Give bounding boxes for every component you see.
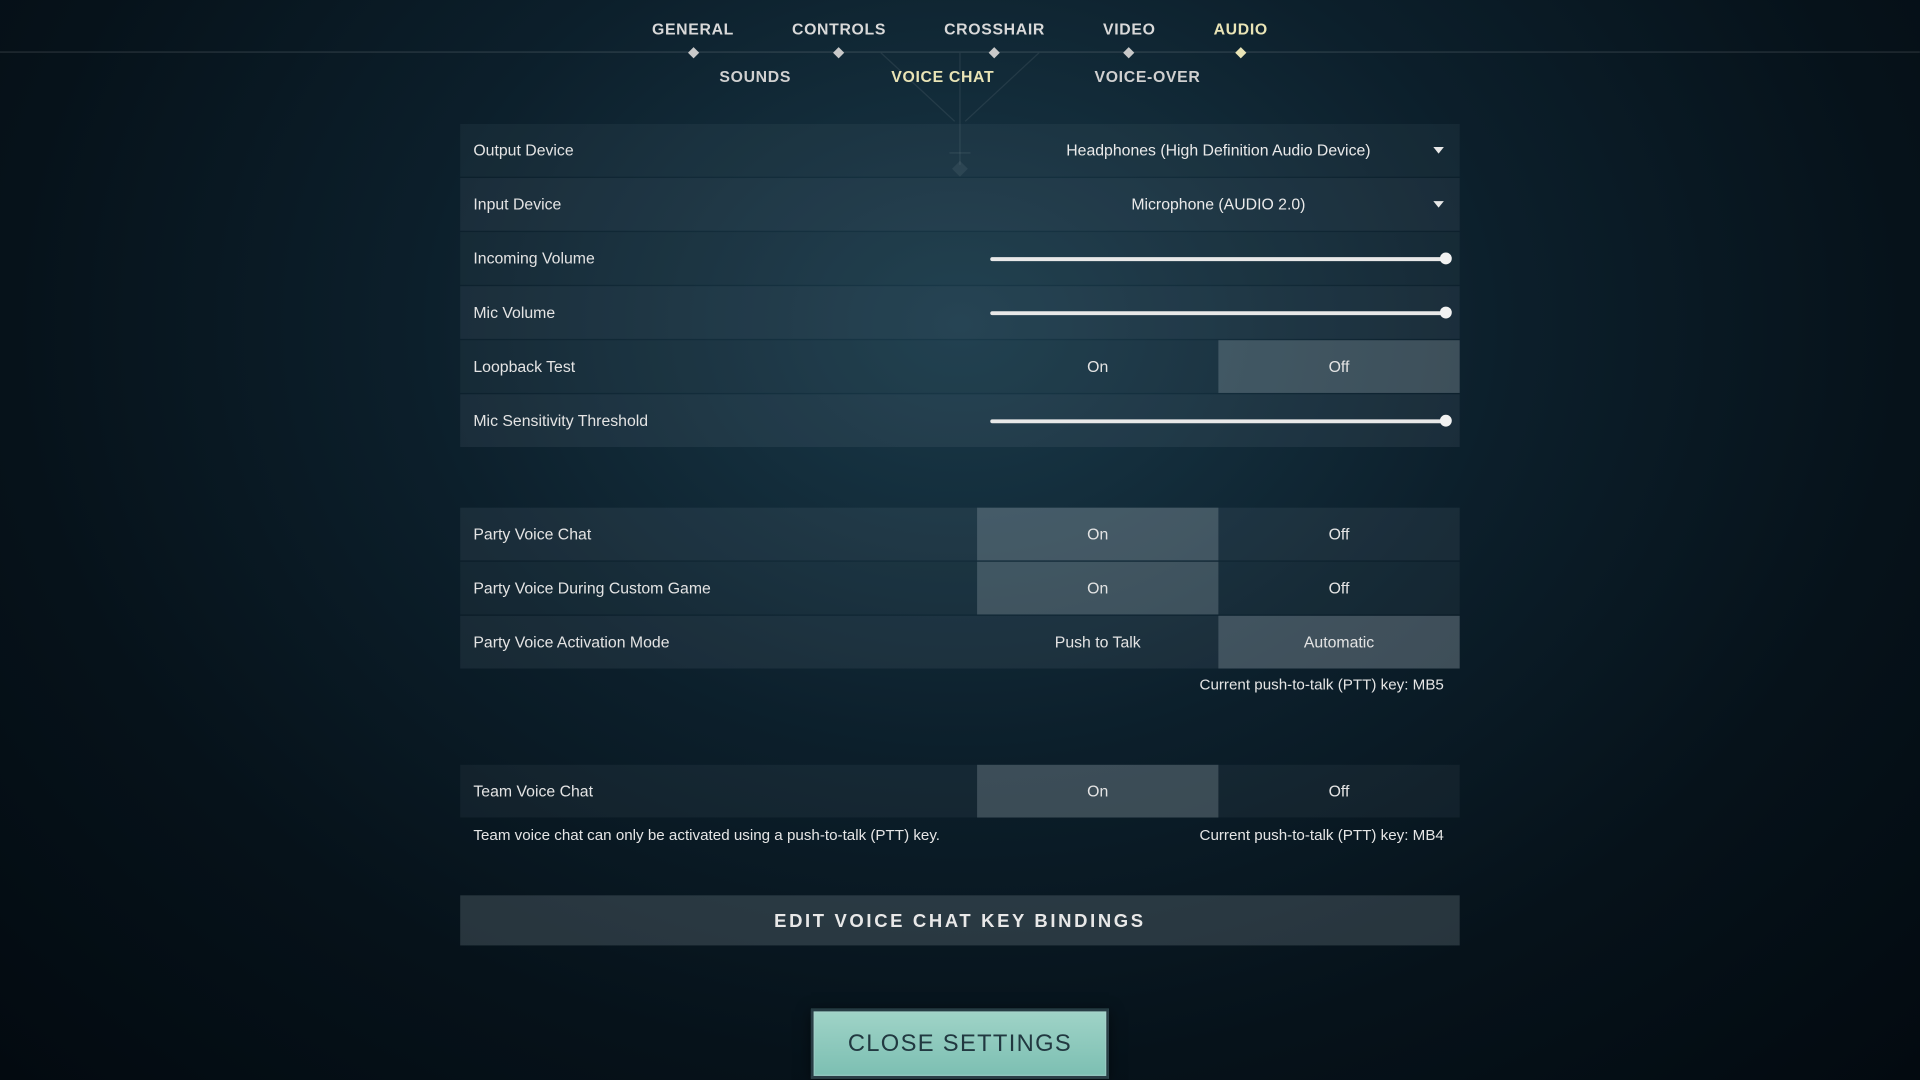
edit-bindings-button[interactable]: EDIT VOICE CHAT KEY BINDINGS (460, 895, 1459, 945)
subtab-sounds[interactable]: SOUNDS (719, 67, 791, 107)
tab-controls[interactable]: CONTROLS (792, 20, 886, 52)
tab-audio[interactable]: AUDIO (1214, 20, 1268, 52)
diamond-icon (687, 47, 698, 58)
label-party-voice-custom: Party Voice During Custom Game (460, 562, 977, 615)
tab-general[interactable]: GENERAL (652, 20, 734, 52)
label-loopback: Loopback Test (460, 340, 977, 393)
tab-crosshair[interactable]: CROSSHAIR (944, 20, 1045, 52)
hint-team-ptt: Current push-to-talk (PTT) key: MB4 (1199, 828, 1443, 844)
row-party-activation: Party Voice Activation Mode Push to Talk… (460, 616, 1459, 669)
settings-panel: Output Device Headphones (High Definitio… (460, 124, 1459, 1079)
diamond-icon (1124, 47, 1135, 58)
dropdown-input-device[interactable]: Microphone (AUDIO 2.0) (977, 178, 1460, 231)
slider-thumb[interactable] (1440, 307, 1452, 319)
diamond-icon (1235, 47, 1246, 58)
label-incoming-volume: Incoming Volume (460, 232, 977, 285)
toggle-loopback-on[interactable]: On (977, 340, 1218, 393)
label-party-activation: Party Voice Activation Mode (460, 616, 977, 669)
hint-team-note: Team voice chat can only be activated us… (473, 828, 940, 844)
main-tabs: GENERAL CONTROLS CROSSHAIR VIDEO AUDIO (0, 0, 1920, 53)
toggle-loopback-off[interactable]: Off (1218, 340, 1459, 393)
row-mic-sensitivity: Mic Sensitivity Threshold (460, 394, 1459, 447)
chevron-down-icon (1433, 201, 1444, 208)
chevron-down-icon (1433, 147, 1444, 154)
diamond-icon (989, 47, 1000, 58)
slider-incoming-volume[interactable] (990, 256, 1446, 260)
tab-label: CONTROLS (792, 20, 886, 38)
label-mic-sensitivity: Mic Sensitivity Threshold (460, 394, 977, 447)
slider-mic-sensitivity[interactable] (990, 419, 1446, 423)
label-team-voice: Team Voice Chat (460, 765, 977, 818)
tab-label: VIDEO (1103, 20, 1156, 38)
toggle-party-voice-custom-off[interactable]: Off (1218, 562, 1459, 615)
toggle-party-voice-off[interactable]: Off (1218, 508, 1459, 561)
dropdown-value: Headphones (High Definition Audio Device… (1066, 141, 1370, 159)
toggle-party-activation: Push to Talk Automatic (977, 616, 1460, 669)
subtab-voice-over[interactable]: VOICE-OVER (1094, 67, 1200, 107)
button-label: EDIT VOICE CHAT KEY BINDINGS (774, 910, 1146, 931)
toggle-team-voice-off[interactable]: Off (1218, 765, 1459, 818)
row-loopback: Loopback Test On Off (460, 340, 1459, 393)
label-output-device: Output Device (460, 124, 977, 177)
toggle-party-activation-auto[interactable]: Automatic (1218, 616, 1459, 669)
row-incoming-volume: Incoming Volume (460, 232, 1459, 285)
tab-label: GENERAL (652, 20, 734, 38)
slider-mic-volume[interactable] (990, 311, 1446, 315)
button-label: CLOSE SETTINGS (848, 1030, 1072, 1058)
toggle-party-voice-custom: On Off (977, 562, 1460, 615)
sub-tabs: SOUNDS VOICE CHAT VOICE-OVER (0, 67, 1920, 107)
tab-video[interactable]: VIDEO (1103, 20, 1156, 52)
dropdown-output-device[interactable]: Headphones (High Definition Audio Device… (977, 124, 1460, 177)
subtab-label: SOUNDS (719, 67, 791, 85)
row-party-voice: Party Voice Chat On Off (460, 508, 1459, 561)
hint-party-ptt: Current push-to-talk (PTT) key: MB5 (460, 670, 1459, 694)
tab-label: CROSSHAIR (944, 20, 1045, 38)
toggle-party-voice: On Off (977, 508, 1460, 561)
row-party-voice-custom: Party Voice During Custom Game On Off (460, 562, 1459, 615)
subtab-label: VOICE-OVER (1094, 67, 1200, 85)
diamond-icon (833, 47, 844, 58)
row-team-voice: Team Voice Chat On Off (460, 765, 1459, 818)
subtab-voice-chat[interactable]: VOICE CHAT (891, 67, 994, 107)
toggle-party-voice-custom-on[interactable]: On (977, 562, 1218, 615)
label-mic-volume: Mic Volume (460, 286, 977, 339)
slider-thumb[interactable] (1440, 415, 1452, 427)
hint-text: Current push-to-talk (PTT) key: MB5 (1199, 678, 1443, 694)
toggle-loopback: On Off (977, 340, 1460, 393)
tab-label: AUDIO (1214, 20, 1268, 38)
dropdown-value: Microphone (AUDIO 2.0) (1131, 195, 1305, 213)
slider-thumb[interactable] (1440, 253, 1452, 265)
subtab-label: VOICE CHAT (891, 67, 994, 85)
toggle-party-voice-on[interactable]: On (977, 508, 1218, 561)
close-settings-button[interactable]: CLOSE SETTINGS (811, 1009, 1109, 1079)
toggle-party-activation-ptt[interactable]: Push to Talk (977, 616, 1218, 669)
label-input-device: Input Device (460, 178, 977, 231)
row-output-device: Output Device Headphones (High Definitio… (460, 124, 1459, 177)
row-input-device: Input Device Microphone (AUDIO 2.0) (460, 178, 1459, 231)
toggle-team-voice: On Off (977, 765, 1460, 818)
hint-team: Team voice chat can only be activated us… (460, 819, 1459, 844)
toggle-team-voice-on[interactable]: On (977, 765, 1218, 818)
label-party-voice: Party Voice Chat (460, 508, 977, 561)
row-mic-volume: Mic Volume (460, 286, 1459, 339)
